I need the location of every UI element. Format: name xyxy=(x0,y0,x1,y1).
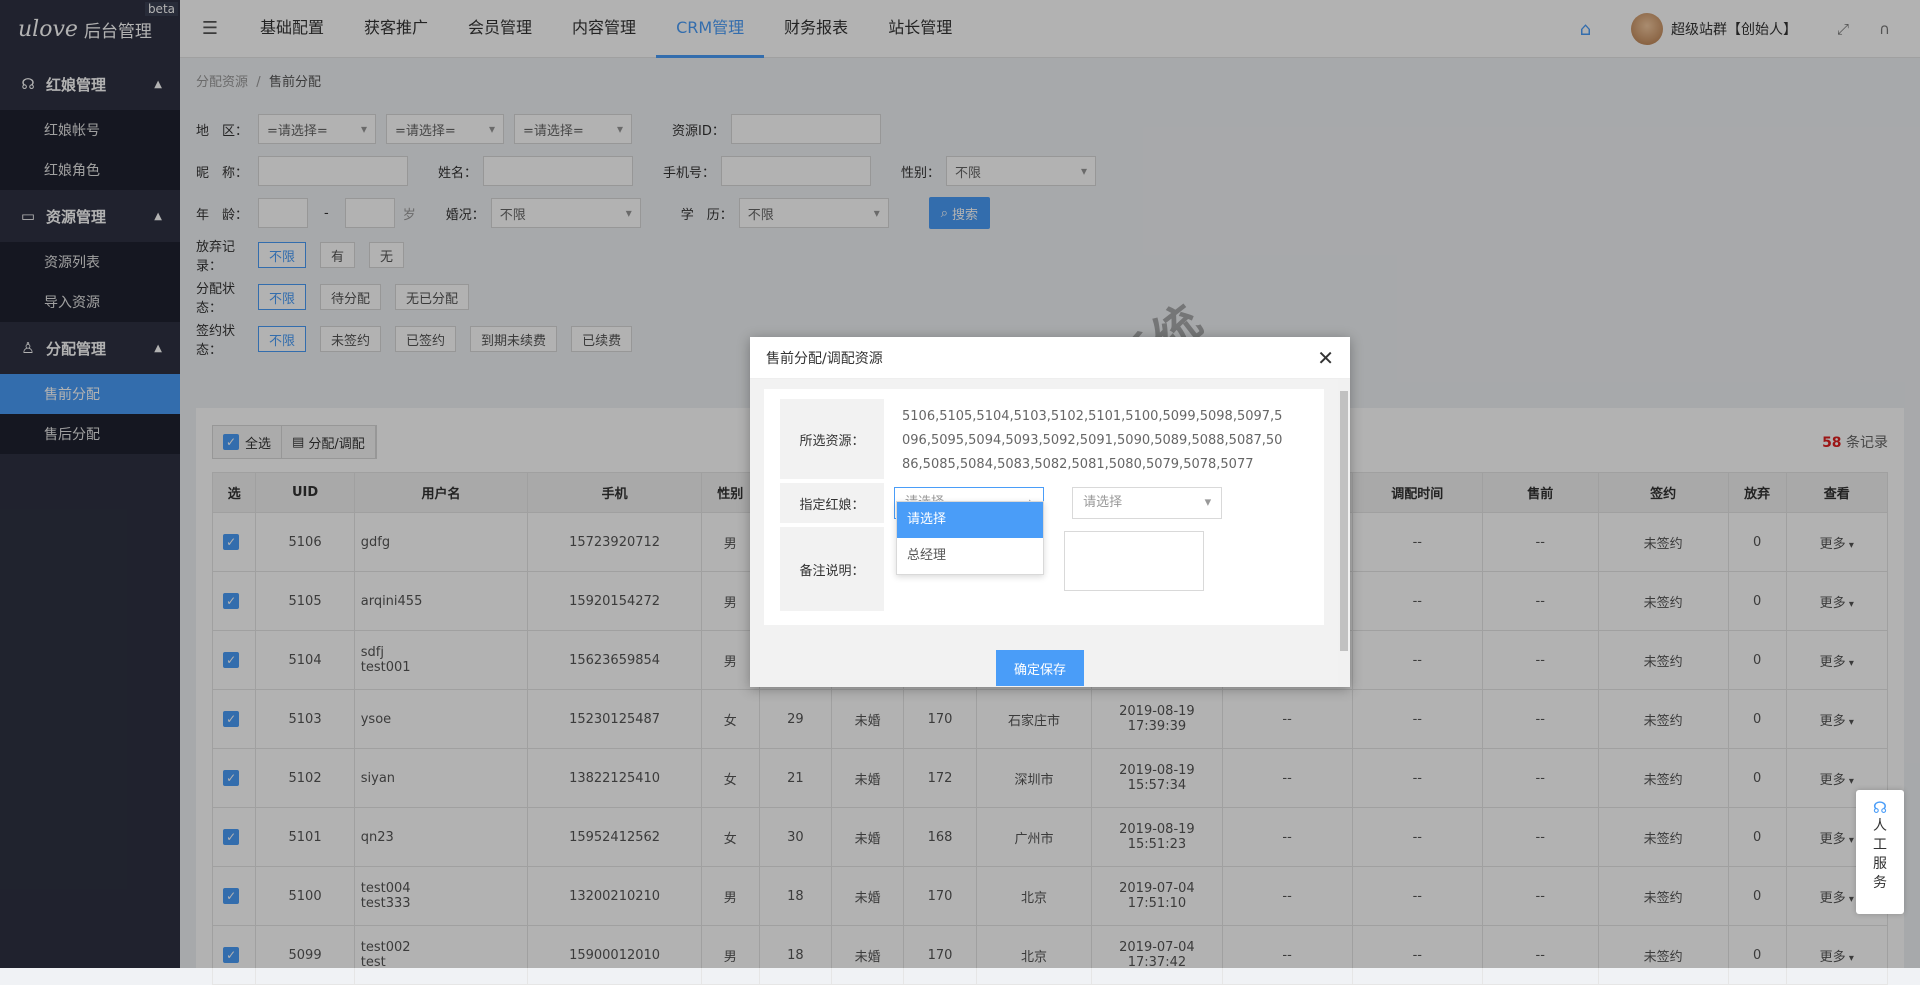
matchmaker-select-secondary-value: 请选择 xyxy=(1083,491,1122,515)
selected-resources-value: 5106,5105,5104,5103,5102,5101,5100,5099,… xyxy=(884,399,1308,479)
dropdown-option-general-manager[interactable]: 总经理 xyxy=(897,538,1043,574)
dropdown-option-placeholder[interactable]: 请选择 xyxy=(897,502,1043,538)
service-char: 工 xyxy=(1873,836,1887,855)
matchmaker-label: 指定红娘： xyxy=(780,483,884,523)
matchmaker-select-secondary[interactable]: 请选择 xyxy=(1072,487,1222,519)
service-char: 务 xyxy=(1873,874,1887,893)
close-icon[interactable]: ✕ xyxy=(1317,346,1334,370)
note-textarea[interactable] xyxy=(1064,531,1204,591)
selected-resources-label: 所选资源： xyxy=(780,399,884,479)
service-char: 服 xyxy=(1873,855,1887,874)
modal-scrollbar[interactable] xyxy=(1338,379,1350,687)
matchmaker-dropdown: 请选择 总经理 xyxy=(896,501,1044,575)
chevron-down-icon xyxy=(1205,491,1212,515)
assign-modal: 售前分配/调配资源 ✕ 所选资源： 5106,5105,5104,5103,51… xyxy=(750,337,1350,687)
note-label: 备注说明： xyxy=(780,527,884,611)
customer-service-widget[interactable]: ☊ 人 工 服 务 xyxy=(1856,790,1904,914)
headset-icon: ☊ xyxy=(1873,798,1887,817)
modal-title: 售前分配/调配资源 xyxy=(766,348,883,368)
service-char: 人 xyxy=(1873,817,1887,836)
scrollbar-thumb[interactable] xyxy=(1340,391,1348,651)
save-button[interactable]: 确定保存 xyxy=(996,650,1084,686)
